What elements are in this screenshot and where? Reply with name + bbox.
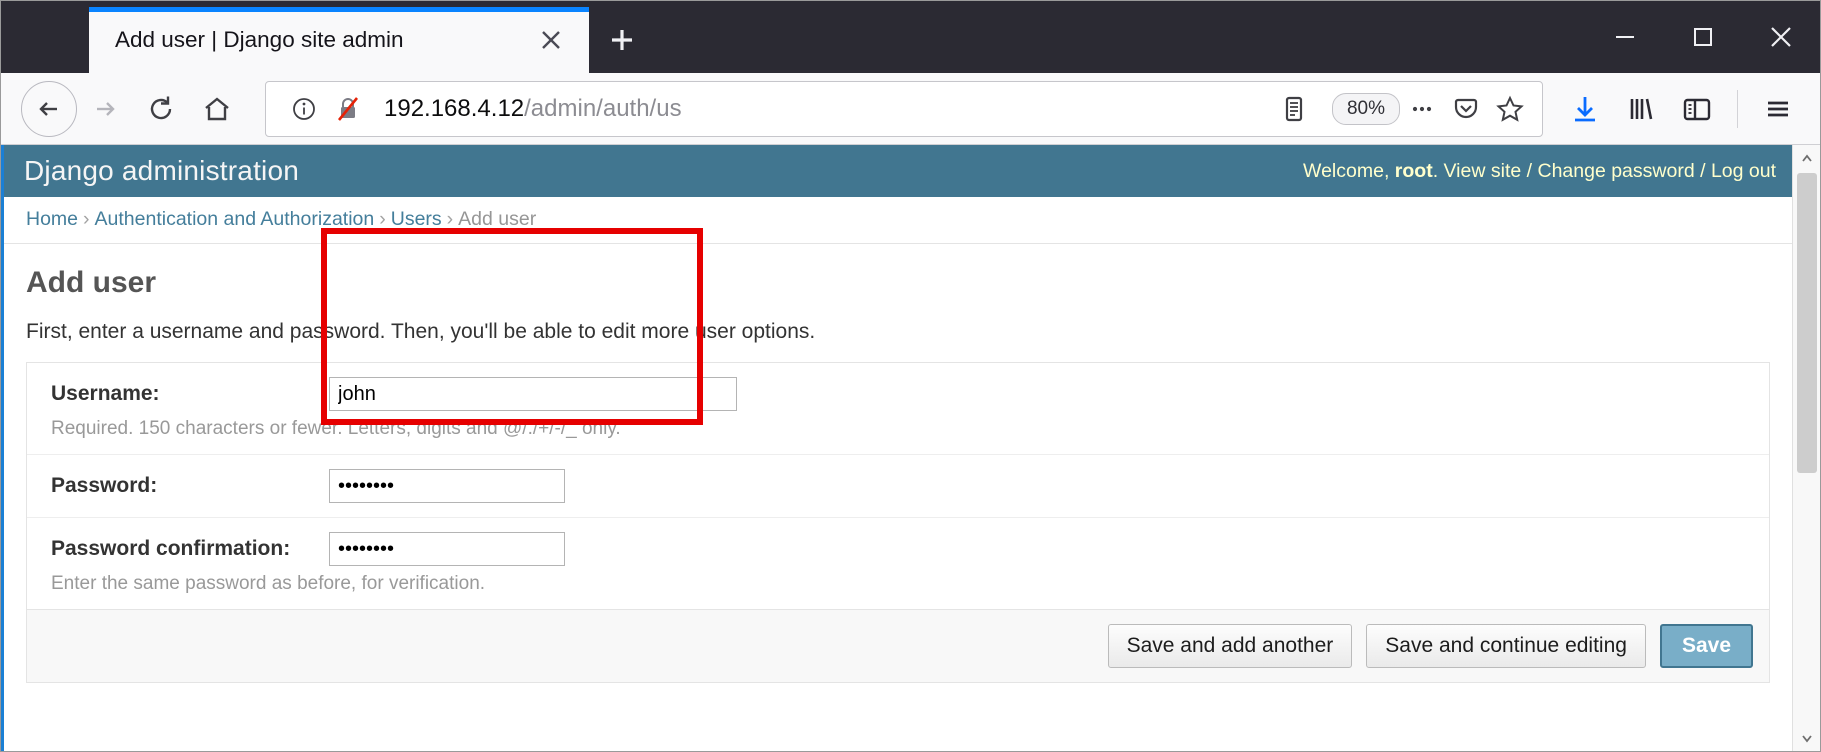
field-line-password: Password: (51, 469, 1753, 503)
user-tools-slash-1: / (1521, 159, 1538, 182)
password-confirmation-label: Password confirmation: (51, 537, 291, 560)
user-tools-sep: . (1432, 159, 1444, 182)
username-input[interactable] (329, 377, 737, 411)
url-text: 192.168.4.12/admin/auth/us (384, 95, 1272, 123)
pocket-icon[interactable] (1444, 87, 1488, 131)
crossed-out-lock-icon[interactable] (326, 87, 370, 131)
download-arrow-icon[interactable] (1557, 81, 1613, 137)
url-host: 192.168.4.12 (384, 94, 525, 122)
form-row-password-confirmation: Password confirmation: Enter the same pa… (27, 518, 1769, 609)
breadcrumb: Home › Authentication and Authorization › Us… (4, 197, 1792, 244)
hamburger-menu-icon[interactable] (1750, 81, 1806, 137)
back-arrow-icon[interactable] (21, 80, 77, 137)
sidebar-icon[interactable] (1669, 81, 1725, 137)
form-intro-text: First, enter a username and password. Th… (26, 320, 816, 343)
forward-arrow-icon[interactable] (77, 81, 133, 137)
library-icon[interactable] (1613, 81, 1669, 137)
save-and-add-another-button[interactable]: Save and add another (1107, 624, 1353, 668)
star-icon[interactable] (1488, 87, 1532, 131)
breadcrumb-auth[interactable]: Authentication and Authorization (95, 208, 375, 230)
password-label: Password: (51, 474, 158, 497)
toolbar-divider (1737, 89, 1738, 128)
close-icon[interactable] (531, 20, 571, 60)
home-icon[interactable] (189, 81, 245, 137)
zoom-level-badge[interactable]: 80% (1331, 92, 1400, 125)
breadcrumb-separator: › (83, 208, 90, 230)
content-area: Add user First, enter a username and pas… (4, 244, 1792, 683)
url-path: /admin/auth/us (524, 94, 682, 122)
reload-icon[interactable] (133, 81, 189, 137)
tab-add-user[interactable]: Add user | Django site admin (89, 7, 589, 73)
form-row-password: Password: (27, 455, 1769, 518)
scroll-down-icon[interactable] (1800, 724, 1814, 751)
navigation-toolbar: 192.168.4.12/admin/auth/us 80% (1, 73, 1820, 145)
breadcrumb-home[interactable]: Home (26, 208, 78, 230)
toolbar-right-group (1557, 81, 1806, 137)
new-tab-button[interactable] (589, 7, 655, 73)
ellipsis-icon[interactable] (1400, 87, 1444, 131)
breadcrumb-separator: › (446, 208, 454, 230)
django-admin-page: Django administration Welcome, root. Vie… (1, 145, 1792, 751)
tab-title: Add user | Django site admin (115, 27, 404, 52)
page-title: Add user (26, 266, 157, 299)
username-label: Username: (51, 382, 160, 405)
django-header: Django administration Welcome, root. Vie… (4, 145, 1792, 197)
field-line-username: Username: (51, 377, 1753, 411)
password-input[interactable] (329, 469, 565, 503)
scrollbar-thumb[interactable] (1797, 173, 1817, 473)
change-password-link[interactable]: Change password (1537, 160, 1694, 182)
user-tools-slash-2: / (1694, 159, 1711, 182)
minimize-icon[interactable] (1586, 1, 1664, 73)
breadcrumb-users[interactable]: Users (391, 208, 442, 230)
submit-row: Save and add another Save and continue e… (26, 610, 1770, 683)
url-bar[interactable]: 192.168.4.12/admin/auth/us 80% (265, 80, 1543, 137)
page-viewport: Django administration Welcome, root. Vie… (1, 145, 1820, 751)
save-button[interactable]: Save (1659, 624, 1753, 668)
tab-strip: Add user | Django site admin (1, 1, 1820, 73)
view-site-link[interactable]: View site (1444, 160, 1522, 182)
site-branding: Django administration (24, 155, 300, 186)
browser-window: Add user | Django site admin 192.168.4.1… (0, 0, 1821, 752)
log-out-link[interactable]: Log out (1711, 160, 1776, 182)
password-confirmation-help-text: Enter the same password as before, for v… (51, 573, 486, 594)
username-help-text: Required. 150 characters or fewer. Lette… (51, 418, 621, 439)
reader-mode-icon[interactable] (1272, 87, 1316, 131)
password-confirmation-input[interactable] (329, 532, 565, 566)
user-tools: Welcome, root. View site / Change passwo… (1303, 160, 1776, 183)
scrollbar-track[interactable] (1793, 173, 1820, 724)
window-close-icon[interactable] (1742, 1, 1820, 73)
welcome-text: Welcome, (1303, 159, 1395, 182)
breadcrumb-separator: › (379, 208, 386, 230)
form-row-username: Username: Required. 150 characters or fe… (27, 363, 1769, 455)
field-line-password-confirmation: Password confirmation: (51, 532, 1753, 566)
window-controls (1586, 1, 1820, 73)
scroll-up-icon[interactable] (1800, 145, 1814, 173)
save-and-continue-editing-button[interactable]: Save and continue editing (1366, 624, 1646, 668)
username-label: root (1394, 159, 1433, 182)
maximize-icon[interactable] (1664, 1, 1742, 73)
info-icon[interactable] (282, 87, 326, 131)
page-scrollbar[interactable] (1792, 145, 1820, 751)
breadcrumb-current: Add user (458, 208, 537, 230)
user-form-module: Username: Required. 150 characters or fe… (26, 362, 1770, 610)
